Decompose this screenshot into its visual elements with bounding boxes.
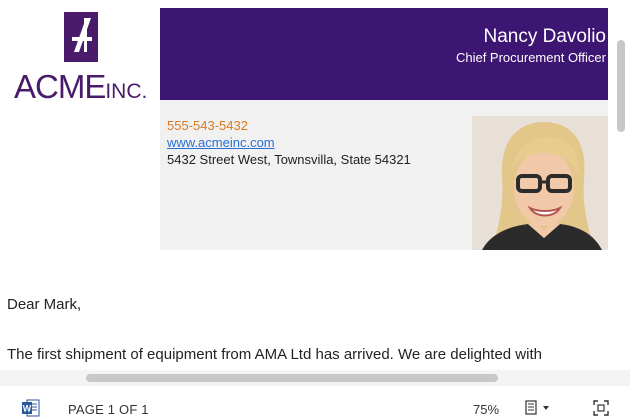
- contact-role: Chief Procurement Officer: [455, 50, 606, 65]
- profile-photo-image: [472, 116, 608, 250]
- logo-name: ACME: [14, 68, 106, 105]
- view-mode-button[interactable]: [524, 400, 554, 416]
- logo-suffix: INC.: [105, 80, 148, 103]
- acme-logo-mark-icon: [64, 12, 98, 62]
- contact-name: Nancy Davolio: [483, 26, 607, 47]
- page-indicator: PAGE 1 OF 1: [68, 402, 149, 417]
- horizontal-scroll-thumb[interactable]: [86, 374, 498, 382]
- website-link[interactable]: www.acmeinc.com: [167, 135, 275, 150]
- logo-wordmark: ACMEINC.: [14, 70, 154, 108]
- company-logo: ACMEINC.: [14, 10, 154, 105]
- document-page: ACMEINC. Nancy Davolio Chief Procurement…: [0, 0, 612, 370]
- letter-paragraph: The first shipment of equipment from AMA…: [7, 346, 542, 363]
- photo-panel: [460, 100, 608, 250]
- fit-to-window-button[interactable]: [592, 399, 610, 417]
- header-banner: Nancy Davolio Chief Procurement Officer: [160, 8, 608, 100]
- status-bar: W PAGE 1 OF 1 75%: [0, 395, 630, 420]
- document-viewer: ACMEINC. Nancy Davolio Chief Procurement…: [0, 0, 630, 420]
- vertical-scroll-thumb[interactable]: [617, 40, 625, 132]
- svg-text:W: W: [23, 404, 32, 414]
- document-view-icon: [525, 400, 549, 415]
- letter-greeting: Dear Mark,: [7, 296, 82, 313]
- zoom-level[interactable]: 75%: [473, 402, 499, 417]
- horizontal-scrollbar[interactable]: [0, 370, 630, 386]
- contact-info-panel: 555-543-5432 www.acmeinc.com 5432 Street…: [160, 100, 460, 250]
- fit-to-window-icon: [593, 400, 609, 416]
- profile-photo: [472, 116, 608, 250]
- vertical-scrollbar[interactable]: [612, 0, 630, 370]
- street-address: 5432 Street West, Townsvilla, State 5432…: [167, 152, 411, 167]
- phone-number: 555-543-5432: [167, 118, 248, 133]
- word-icon: W: [22, 399, 40, 417]
